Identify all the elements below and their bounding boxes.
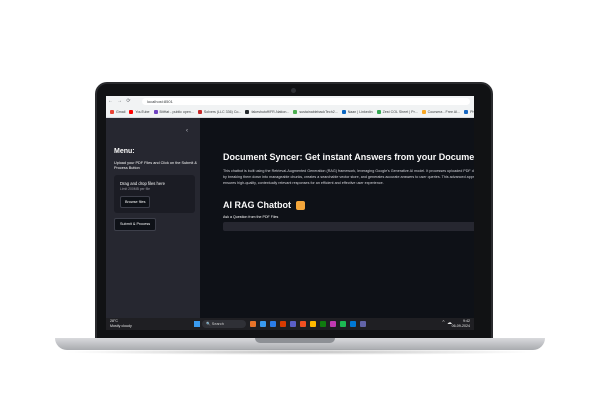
bookmark-favicon-icon [197, 110, 202, 114]
webcam [291, 88, 296, 93]
bookmark-favicon-icon [129, 110, 134, 114]
bookmark-item[interactable]: sustainablebackTech2... [293, 110, 338, 114]
bookmark-favicon-icon [245, 110, 250, 114]
chat-title-text: AI RAG Chatbot [223, 200, 291, 210]
main-content: Document Syncer: Get instant Answers fro… [200, 118, 474, 318]
laptop-shadow [62, 349, 538, 355]
bookmark-label: Coursera - Free AI... [427, 110, 461, 114]
bookmark-label: fakeshutoff/FR-Nation... [251, 110, 290, 114]
page-description: This chatbot is built using the Retrieva… [223, 169, 474, 185]
collapse-sidebar-icon[interactable]: ‹ [186, 128, 188, 134]
forward-arrow-icon[interactable]: → [115, 96, 124, 107]
browse-files-button[interactable]: Browse files [120, 196, 151, 208]
taskbar-app-icon[interactable] [300, 321, 306, 327]
robot-icon [295, 201, 305, 211]
browser-chrome: ← → ⟳ localhost:8501 Gmail YouTube BitHat … [106, 96, 474, 118]
dropzone-limit: Limit 200MB per file [120, 187, 150, 191]
page-title: Document Syncer: Get instant Answers fro… [223, 152, 474, 162]
taskbar-app-icon[interactable] [270, 321, 276, 327]
taskbar-app-icon[interactable] [310, 321, 316, 327]
bookmark-item[interactable]: Coursera - Free AI... [421, 110, 461, 114]
reload-icon[interactable]: ⟳ [124, 96, 133, 107]
chat-title: AI RAG Chatbot [223, 200, 305, 211]
upload-label: Upload your PDF Files and Click on the S… [114, 161, 197, 170]
bookmark-label: Zest COL Sheet | Pr... [382, 110, 418, 114]
bookmark-item[interactable]: YouTube [129, 110, 150, 114]
browser-navbar: ← → ⟳ localhost:8501 [106, 96, 474, 107]
bookmark-item[interactable]: fakeshutoff/FR-Nation... [245, 110, 289, 114]
bookmark-favicon-icon [110, 110, 114, 114]
weather-desc: Mostly cloudy [110, 323, 132, 328]
taskbar-app-icon[interactable] [330, 321, 336, 327]
bookmark-favicon-icon [293, 110, 298, 114]
taskbar-app-icon[interactable] [250, 321, 256, 327]
taskbar-app-icon[interactable] [260, 321, 266, 327]
taskbar-app-icon[interactable] [340, 321, 346, 327]
taskbar: 28°C Mostly cloudy 🔍 Search ⌃ ☁ 9:42 06-… [106, 318, 474, 330]
system-tray-icons[interactable]: ⌃ ☁ [441, 320, 452, 326]
taskbar-app-icon[interactable] [350, 321, 356, 327]
laptop-screen: ← → ⟳ localhost:8501 Gmail YouTube BitHat … [106, 96, 474, 330]
file-dropzone[interactable]: Drag and drop files here Limit 200MB per… [114, 175, 195, 213]
bookmark-label: BitHat - public open... [159, 110, 194, 114]
bookmark-favicon-icon [153, 110, 158, 114]
bookmark-favicon-icon [341, 110, 346, 114]
dropzone-title: Drag and drop files here [120, 181, 165, 186]
bookmark-item[interactable]: Naan | Linkedin [341, 110, 373, 114]
clock-date: 06-09-2024 [451, 324, 470, 328]
submit-process-button[interactable]: Submit & Process [114, 218, 157, 231]
taskbar-app-icon[interactable] [360, 321, 366, 327]
bookmark-label: Naan | Linkedin [347, 110, 373, 114]
taskbar-apps [250, 321, 370, 327]
bookmark-item[interactable]: Solvers (LLC 336) Co... [197, 110, 242, 114]
address-bar[interactable]: localhost:8501 [142, 98, 470, 105]
taskbar-app-icon[interactable] [320, 321, 326, 327]
bookmark-label: Gmail [116, 110, 126, 114]
bookmark-favicon-icon [464, 110, 469, 114]
menu-title: Menu: [114, 148, 135, 155]
weather-widget[interactable]: 28°C Mostly cloudy [110, 319, 132, 328]
back-arrow-icon[interactable]: ← [106, 96, 115, 107]
windows-start-icon[interactable] [194, 321, 200, 327]
search-label: Search [211, 322, 224, 326]
taskbar-search[interactable]: 🔍 Search [202, 320, 246, 328]
bookmark-favicon-icon [376, 110, 381, 114]
bookmark-favicon-icon [421, 110, 426, 114]
taskbar-app-icon[interactable] [280, 321, 286, 327]
search-icon: 🔍 [206, 322, 211, 326]
bookmark-item[interactable]: Photocode in [464, 110, 474, 114]
bookmark-item[interactable]: Gmail [110, 110, 125, 114]
bookmark-label: Solvers (LLC 336) Co... [203, 110, 242, 114]
bookmark-label: YouTube [135, 110, 150, 114]
taskbar-app-icon[interactable] [290, 321, 296, 327]
clock[interactable]: 9:42 06-09-2024 [452, 319, 470, 329]
bookmark-label: sustainablebackTech2... [299, 110, 338, 114]
laptop-notch [255, 338, 335, 343]
question-label: Ask a Question from the PDF Files [223, 215, 279, 219]
bookmarks-bar: Gmail YouTube BitHat - public open... Solve… [106, 107, 474, 118]
question-input[interactable] [223, 222, 474, 231]
sidebar: ‹ Menu: Upload your PDF Files and Click … [106, 118, 200, 318]
bookmark-item[interactable]: BitHat - public open... [153, 110, 194, 114]
bookmark-item[interactable]: Zest COL Sheet | Pr... [376, 110, 418, 114]
bookmark-label: Photocode in [470, 110, 474, 114]
